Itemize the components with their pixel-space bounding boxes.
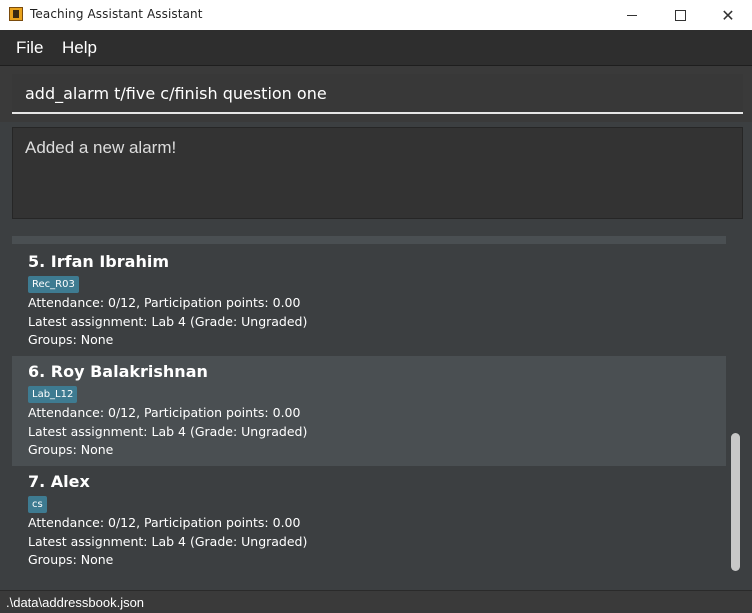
person-card[interactable]: 5. Irfan Ibrahim Rec_R03 Attendance: 0/1… bbox=[12, 246, 726, 356]
person-attendance: Attendance: 0/12, Participation points: … bbox=[28, 405, 301, 420]
maximize-icon bbox=[674, 9, 686, 21]
list-scrollbar-thumb[interactable] bbox=[731, 433, 740, 571]
person-name: 5. Irfan Ibrahim bbox=[28, 252, 169, 271]
person-tag: Rec_R03 bbox=[28, 276, 79, 293]
app-icon bbox=[9, 7, 23, 21]
person-groups: Groups: None bbox=[28, 442, 114, 457]
title-bar: Teaching Assistant Assistant ✕ bbox=[0, 0, 752, 30]
command-input[interactable] bbox=[12, 74, 743, 114]
minimize-icon bbox=[627, 14, 637, 16]
window-title: Teaching Assistant Assistant bbox=[30, 7, 203, 21]
close-button[interactable]: ✕ bbox=[704, 0, 752, 30]
person-groups: Groups: None bbox=[28, 332, 114, 347]
menu-bar: File Help bbox=[0, 30, 752, 66]
person-list[interactable]: 5. Irfan Ibrahim Rec_R03 Attendance: 0/1… bbox=[10, 228, 743, 578]
person-attendance: Attendance: 0/12, Participation points: … bbox=[28, 515, 301, 530]
partial-list-item[interactable] bbox=[12, 236, 726, 244]
person-assignment: Latest assignment: Lab 4 (Grade: Ungrade… bbox=[28, 314, 308, 329]
maximize-button[interactable] bbox=[656, 0, 704, 30]
person-name: 6. Roy Balakrishnan bbox=[28, 362, 208, 381]
person-tag: cs bbox=[28, 496, 47, 513]
person-assignment: Latest assignment: Lab 4 (Grade: Ungrade… bbox=[28, 534, 308, 549]
person-name: 7. Alex bbox=[28, 472, 90, 491]
person-card-selected[interactable]: 6. Roy Balakrishnan Lab_L12 Attendance: … bbox=[12, 356, 726, 466]
minimize-button[interactable] bbox=[608, 0, 656, 30]
save-location: .\data\addressbook.json bbox=[6, 595, 145, 610]
person-card[interactable]: 7. Alex cs Attendance: 0/12, Participati… bbox=[12, 466, 726, 576]
person-assignment: Latest assignment: Lab 4 (Grade: Ungrade… bbox=[28, 424, 308, 439]
person-attendance: Attendance: 0/12, Participation points: … bbox=[28, 295, 301, 310]
result-display[interactable]: Added a new alarm! bbox=[12, 127, 743, 219]
menu-file[interactable]: File bbox=[16, 38, 43, 58]
close-icon: ✕ bbox=[721, 5, 735, 25]
result-text: Added a new alarm! bbox=[25, 138, 177, 157]
command-pane bbox=[0, 66, 752, 122]
status-bar: .\data\addressbook.json bbox=[0, 590, 752, 613]
person-tag: Lab_L12 bbox=[28, 386, 78, 403]
menu-help[interactable]: Help bbox=[62, 38, 97, 58]
person-groups: Groups: None bbox=[28, 552, 114, 567]
